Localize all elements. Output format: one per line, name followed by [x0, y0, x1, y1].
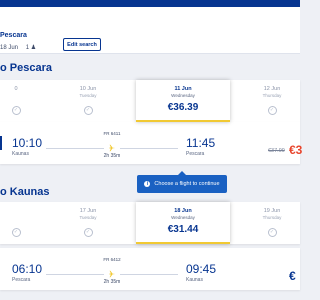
check-icon: ✓ — [267, 228, 277, 237]
choose-flight-toast: i Choose a flight to continue — [137, 171, 227, 193]
inbound-date-strip: ✓ 17 Jun Tuesday ✓ 18 Jun Wednesday €31.… — [0, 202, 300, 244]
date-cell[interactable]: 10 Jun Tuesday ✓ — [56, 80, 120, 122]
arrival-city: Pescara — [186, 151, 205, 157]
check-icon: ✓ — [83, 106, 93, 115]
route-line — [120, 274, 178, 275]
check-icon: ✓ — [11, 106, 21, 115]
departure-city: Pescara — [12, 277, 31, 283]
route-line — [46, 274, 104, 275]
departure-time: 10:10 — [12, 136, 43, 150]
date-price: €36.39 — [167, 102, 199, 113]
flight-number: FR 6411 — [103, 131, 121, 136]
trip-details: 18 Jun 1 ♟ — [0, 44, 36, 51]
outbound-flight-card[interactable]: 10:10 Kaunas FR 6411 2h 35m 11:45 Pescar… — [0, 122, 303, 164]
route-line — [120, 148, 178, 149]
arrival-city: Kaunas — [186, 277, 203, 283]
plane-icon — [108, 270, 116, 278]
selected-date-cell[interactable]: 11 Jun Wednesday €36.39 — [136, 80, 230, 122]
arrival-time: 09:45 — [186, 262, 217, 276]
date-cell[interactable]: 19 Jun Thursday ✓ — [240, 202, 304, 244]
flight-price: €3 — [289, 143, 303, 157]
route-line — [46, 148, 104, 149]
info-icon: i — [144, 181, 151, 187]
trip-dates: 18 Jun — [0, 45, 19, 51]
top-header-bar — [0, 0, 300, 7]
flight-number: FR 6412 — [103, 257, 121, 262]
edit-search-button[interactable]: Edit search — [63, 38, 101, 51]
flight-duration: 2h 35m — [103, 153, 121, 159]
passenger-count: 1 ♟ — [25, 45, 37, 51]
check-icon: ✓ — [267, 106, 277, 115]
date-cell[interactable]: 0 ✓ — [0, 80, 48, 122]
flight-price: € — [289, 269, 296, 283]
card-edge-accent — [0, 136, 2, 150]
date-cell[interactable]: ✓ — [0, 202, 48, 244]
route-title: Pescara — [0, 32, 27, 39]
original-price: €37.99 — [268, 148, 285, 154]
selected-date-cell[interactable]: 18 Jun Wednesday €31.44 — [136, 202, 230, 244]
departure-time: 06:10 — [12, 262, 43, 276]
inbound-flight-card[interactable]: 06:10 Pescara FR 6412 2h 35m 09:45 Kauna… — [0, 248, 300, 290]
search-summary-bar: Pescara 18 Jun 1 ♟ Edit search — [0, 7, 300, 54]
date-cell[interactable]: 12 Jun Thursday ✓ — [240, 80, 304, 122]
plane-icon — [108, 144, 116, 152]
departure-city: Kaunas — [12, 151, 29, 157]
flight-duration: 2h 35m — [103, 279, 121, 285]
arrival-time: 11:45 — [186, 136, 216, 150]
date-cell[interactable]: 17 Jun Tuesday ✓ — [56, 202, 120, 244]
inbound-section-title: o Kaunas — [0, 186, 50, 198]
outbound-date-strip: 0 ✓ 10 Jun Tuesday ✓ 11 Jun Wednesday €3… — [0, 80, 300, 122]
date-price: €31.44 — [167, 224, 199, 235]
outbound-section-title: o Pescara — [0, 62, 52, 74]
check-icon: ✓ — [83, 228, 93, 237]
person-icon: ♟ — [30, 45, 37, 51]
check-icon: ✓ — [11, 228, 21, 237]
